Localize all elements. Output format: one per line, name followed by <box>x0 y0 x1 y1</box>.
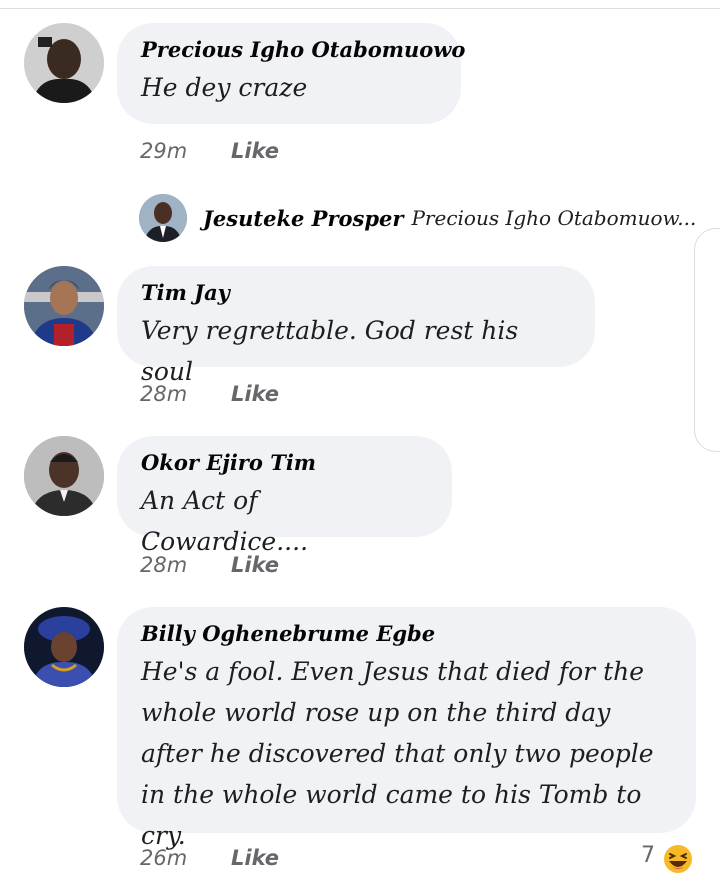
side-panel-handle[interactable] <box>694 228 720 452</box>
comment-text: An Act of Cowardice.... <box>141 486 309 556</box>
like-button[interactable]: Like <box>231 846 279 870</box>
comment-time: 28m <box>140 553 188 577</box>
reply-author[interactable]: Jesuteke Prosper <box>203 206 403 231</box>
comment-bubble: Okor Ejiro Tim An Act of Cowardice.... <box>117 436 452 556</box>
reaction-count[interactable]: 7 <box>641 843 655 868</box>
comment-time: 29m <box>140 139 188 163</box>
man-in-black-avatar-icon <box>24 23 104 103</box>
comment-author[interactable]: Billy Oghenebrume Egbe <box>141 621 674 647</box>
comment-author[interactable]: Okor Ejiro Tim <box>141 450 430 476</box>
reply-preview[interactable]: Jesuteke Prosper Precious Igho Otabomuow… <box>139 194 696 242</box>
like-button[interactable]: Like <box>231 139 279 163</box>
avatar[interactable] <box>24 436 104 516</box>
like-button[interactable]: Like <box>231 382 279 406</box>
footballer-avatar-icon <box>24 266 104 346</box>
comment-time: 26m <box>140 846 188 870</box>
comment-text: He's a fool. Even Jesus that died for th… <box>141 657 654 850</box>
comment-text: He dey craze <box>141 73 308 102</box>
man-in-suit-avatar-icon <box>139 194 187 242</box>
avatar[interactable] <box>24 23 104 103</box>
avatar[interactable] <box>139 194 187 242</box>
comment-text: Very regrettable. God rest his soul <box>141 316 519 386</box>
woman-headwrap-avatar-icon <box>24 607 104 687</box>
comment-bubble: Precious Igho Otabomuowo He dey craze <box>117 23 465 124</box>
comment-author[interactable]: Precious Igho Otabomuowo <box>141 37 465 63</box>
avatar[interactable] <box>24 607 104 687</box>
reply-text: Precious Igho Otabomuow... <box>411 206 697 230</box>
like-button[interactable]: Like <box>231 553 279 577</box>
comment-time: 28m <box>140 382 188 406</box>
comment-bubble: Tim Jay Very regrettable. God rest his s… <box>117 266 595 386</box>
laughing-emoji-icon[interactable] <box>661 842 695 876</box>
comment-bubble: Billy Oghenebrume Egbe He's a fool. Even… <box>117 607 696 850</box>
avatar[interactable] <box>24 266 104 346</box>
comment-author[interactable]: Tim Jay <box>141 280 573 306</box>
top-divider <box>0 8 720 9</box>
man-portrait-avatar-icon <box>24 436 104 516</box>
